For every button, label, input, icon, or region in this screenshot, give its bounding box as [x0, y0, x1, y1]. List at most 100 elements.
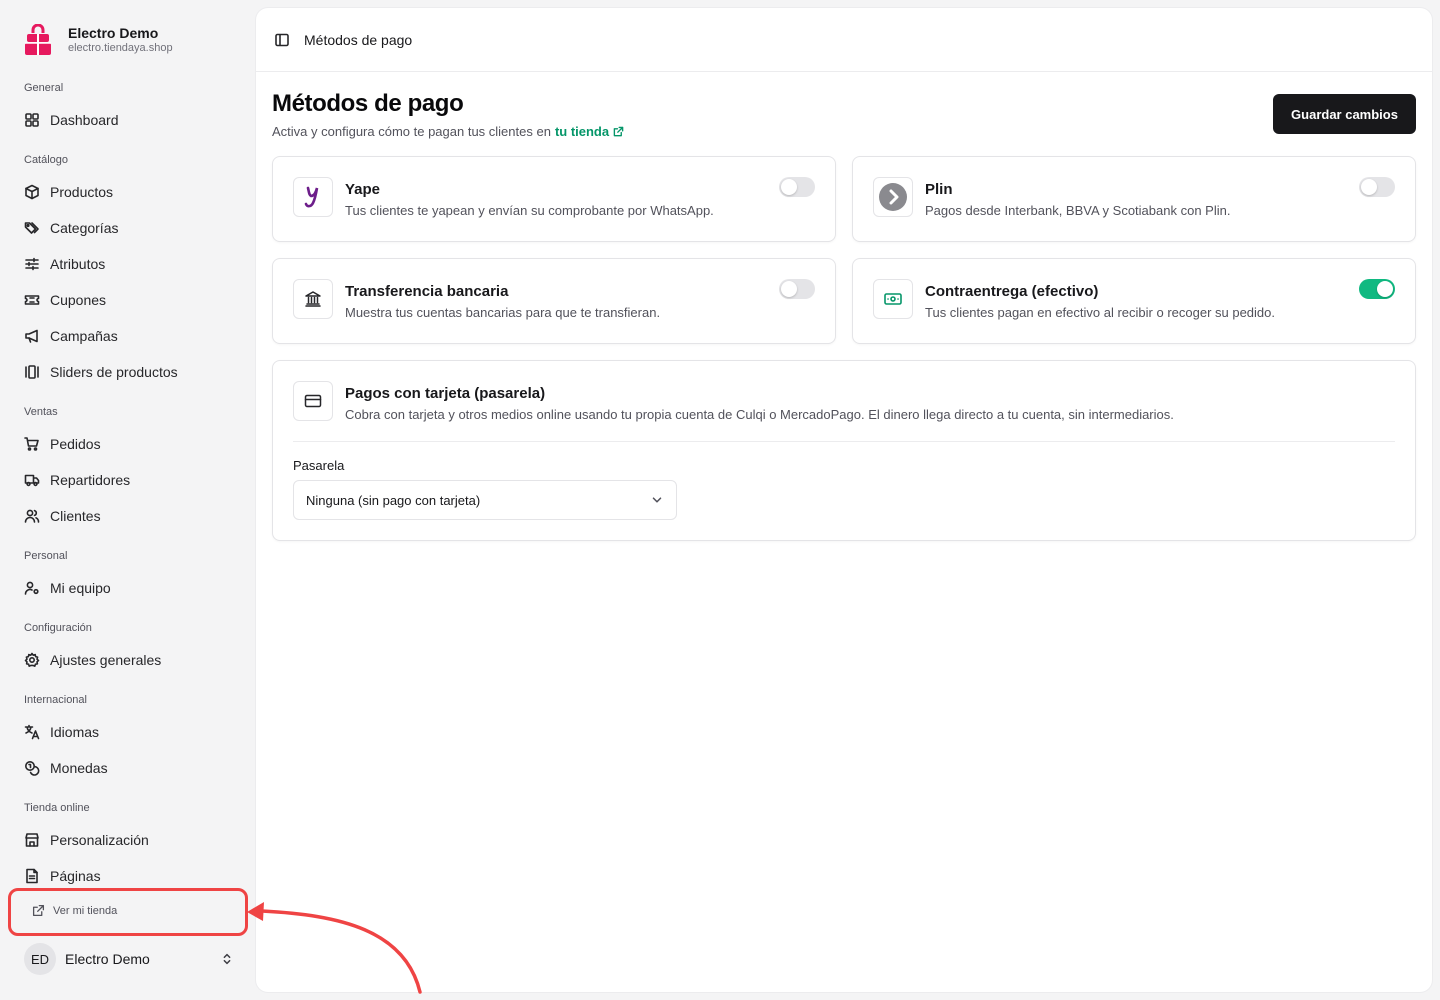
- payment-method-desc: Tus clientes pagan en efectivo al recibi…: [925, 305, 1275, 320]
- toggle-knob: [781, 179, 797, 195]
- gallery-icon: [25, 365, 39, 379]
- yape-toggle[interactable]: [779, 177, 815, 197]
- page-title: Métodos de pago: [272, 90, 464, 117]
- divider: [293, 441, 1395, 442]
- external-link-icon: [32, 904, 45, 917]
- sidebar-item-dashboard[interactable]: Dashboard: [16, 104, 240, 136]
- card-payments-section: Pagos con tarjeta (pasarela) Cobra con t…: [272, 360, 1416, 541]
- nav-group-tienda-online: Tienda online: [24, 802, 90, 814]
- nav-group-catalogo: Catálogo: [24, 154, 69, 166]
- view-store-label: Ver mi tienda: [53, 904, 118, 917]
- plin-toggle[interactable]: [1359, 177, 1395, 197]
- bank-icon: [293, 279, 333, 319]
- user-name: Electro Demo: [65, 951, 150, 967]
- sidebar-item-atributos[interactable]: Atributos: [16, 248, 240, 280]
- store-brand[interactable]: Electro Demo electro.tiendaya.shop: [24, 24, 173, 56]
- sidebar-item-idiomas[interactable]: Idiomas: [16, 716, 240, 748]
- payment-method-title: Transferencia bancaria: [345, 283, 509, 300]
- file-icon: [26, 868, 38, 884]
- gateway-selected-value: Ninguna (sin pago con tarjeta): [306, 492, 481, 508]
- external-link-icon: [613, 126, 624, 137]
- view-store-link[interactable]: Ver mi tienda: [32, 904, 117, 917]
- sidebar-toggle-icon[interactable]: [274, 32, 290, 48]
- gear-icon: [24, 652, 40, 667]
- sidebar-item-label: Campañas: [50, 328, 118, 344]
- avatar: ED: [24, 943, 56, 975]
- nav-group-configuracion: Configuración: [24, 622, 92, 634]
- coins-icon: [25, 761, 40, 776]
- sidebar-item-categorias[interactable]: Categorías: [16, 212, 240, 244]
- contraentrega-toggle[interactable]: [1359, 279, 1395, 299]
- gateway-label: Pasarela: [293, 458, 345, 473]
- sidebar-item-monedas[interactable]: Monedas: [16, 752, 240, 784]
- sidebar-item-label: Mi equipo: [50, 580, 111, 596]
- sidebar-item-mi-equipo[interactable]: Mi equipo: [16, 572, 240, 604]
- nav-group-general: General: [24, 82, 64, 94]
- sidebar-item-label: Monedas: [50, 760, 108, 776]
- store-name: Electro Demo: [68, 25, 159, 41]
- plin-icon: [873, 177, 913, 217]
- cash-icon: [873, 279, 913, 319]
- sidebar-item-repartidores[interactable]: Repartidores: [16, 464, 240, 496]
- payment-method-plin: Plin Pagos desde Interbank, BBVA y Scoti…: [852, 156, 1416, 242]
- chevron-down-icon: [652, 497, 662, 503]
- page-header: Métodos de pago Activa y configura cómo …: [272, 90, 624, 139]
- shopping-bag-logo-icon: [25, 24, 51, 55]
- payment-method-title: Plin: [925, 181, 953, 198]
- payment-method-transferencia: Transferencia bancaria Muestra tus cuent…: [272, 258, 836, 344]
- sidebar-item-pedidos[interactable]: Pedidos: [16, 428, 240, 460]
- page-subtitle: Activa y configura cómo te pagan tus cli…: [272, 124, 624, 139]
- save-button[interactable]: Guardar cambios: [1273, 94, 1416, 134]
- sidebar-item-ajustes[interactable]: Ajustes generales: [16, 644, 240, 676]
- ticket-icon: [24, 295, 40, 305]
- sidebar-item-label: Personalización: [50, 832, 149, 848]
- sidebar-item-label: Clientes: [50, 508, 101, 524]
- sidebar-item-label: Productos: [50, 184, 114, 200]
- gateway-title: Pagos con tarjeta (pasarela): [345, 385, 546, 402]
- gateway-select[interactable]: Ninguna (sin pago con tarjeta): [293, 480, 677, 520]
- nav-group-internacional: Internacional: [24, 694, 87, 706]
- sidebar-item-sliders[interactable]: Sliders de productos: [16, 356, 240, 388]
- users-icon: [24, 509, 40, 523]
- sidebar-item-label: Cupones: [50, 292, 107, 308]
- sidebar-item-personalizacion[interactable]: Personalización: [16, 824, 240, 856]
- gateway-desc: Cobra con tarjeta y otros medios online …: [345, 407, 1174, 422]
- credit-card-icon: [293, 381, 333, 421]
- sidebar-item-label: Páginas: [50, 868, 101, 884]
- sidebar-item-label: Idiomas: [50, 724, 100, 740]
- nav-group-personal: Personal: [24, 550, 68, 562]
- box-icon: [25, 184, 39, 200]
- yape-icon: [293, 177, 333, 217]
- truck-icon: [24, 474, 40, 487]
- sidebar-item-label: Categorías: [50, 220, 119, 236]
- transferencia-toggle[interactable]: [779, 279, 815, 299]
- sidebar-item-label: Dashboard: [50, 112, 119, 128]
- user-menu[interactable]: ED Electro Demo: [24, 943, 234, 975]
- store-link-label: tu tienda: [554, 124, 610, 139]
- tags-icon: [24, 222, 39, 234]
- cart-icon: [24, 437, 39, 451]
- toggle-knob: [781, 281, 797, 297]
- sidebar-item-label: Ajustes generales: [50, 652, 162, 668]
- sidebar-item-label: Repartidores: [50, 472, 131, 488]
- payment-method-contraentrega: Contraentrega (efectivo) Tus clientes pa…: [852, 258, 1416, 344]
- sidebar: Electro Demo electro.tiendaya.shop Gener…: [0, 0, 256, 1000]
- store-icon: [25, 833, 39, 847]
- sidebar-item-label: Atributos: [50, 256, 106, 272]
- sliders-icon: [25, 257, 39, 271]
- sidebar-item-clientes[interactable]: Clientes: [16, 500, 240, 532]
- user-cog-icon: [24, 581, 39, 595]
- topbar: Métodos de pago: [256, 8, 1432, 72]
- sidebar-item-cupones[interactable]: Cupones: [16, 284, 240, 316]
- sidebar-item-campanas[interactable]: Campañas: [16, 320, 240, 352]
- payment-method-yape: Yape Tus clientes te yapean y envían su …: [272, 156, 836, 242]
- store-link[interactable]: tu tienda: [555, 124, 624, 139]
- page-subtitle-text: Activa y configura cómo te pagan tus cli…: [272, 124, 551, 139]
- breadcrumb: Métodos de pago: [304, 31, 413, 48]
- sidebar-item-label: Pedidos: [50, 436, 101, 452]
- toggle-knob: [1377, 281, 1393, 297]
- sidebar-item-label: Sliders de productos: [50, 364, 178, 380]
- store-url: electro.tiendaya.shop: [68, 42, 173, 54]
- megaphone-icon: [25, 329, 38, 343]
- sidebar-item-productos[interactable]: Productos: [16, 176, 240, 208]
